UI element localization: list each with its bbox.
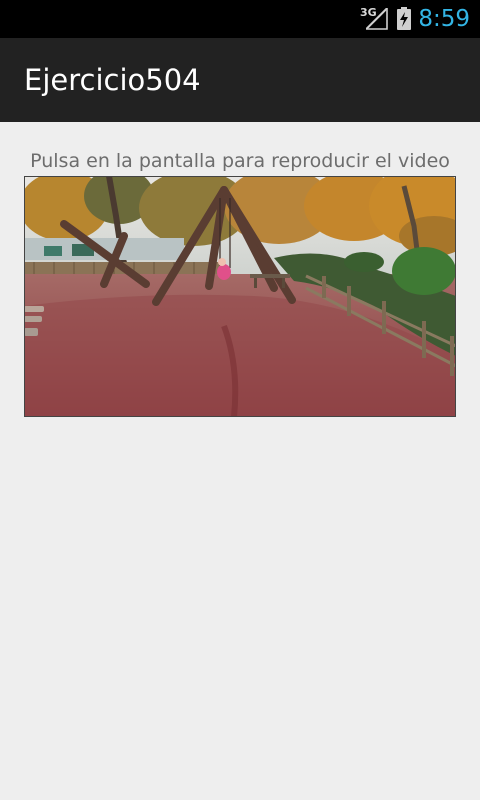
signal-strength-icon — [364, 6, 388, 35]
battery-charging-icon — [397, 7, 411, 35]
app-title: Ejercicio504 — [24, 63, 201, 97]
status-clock: 8:59 — [418, 6, 470, 32]
instruction-text: Pulsa en la pantalla para reproducir el … — [30, 150, 450, 172]
action-bar: Ejercicio504 — [0, 38, 480, 122]
video-frame-playground — [24, 176, 456, 417]
main-content: Pulsa en la pantalla para reproducir el … — [0, 122, 480, 800]
status-bar: 3G 8:59 — [0, 0, 480, 38]
video-view[interactable] — [24, 176, 456, 417]
